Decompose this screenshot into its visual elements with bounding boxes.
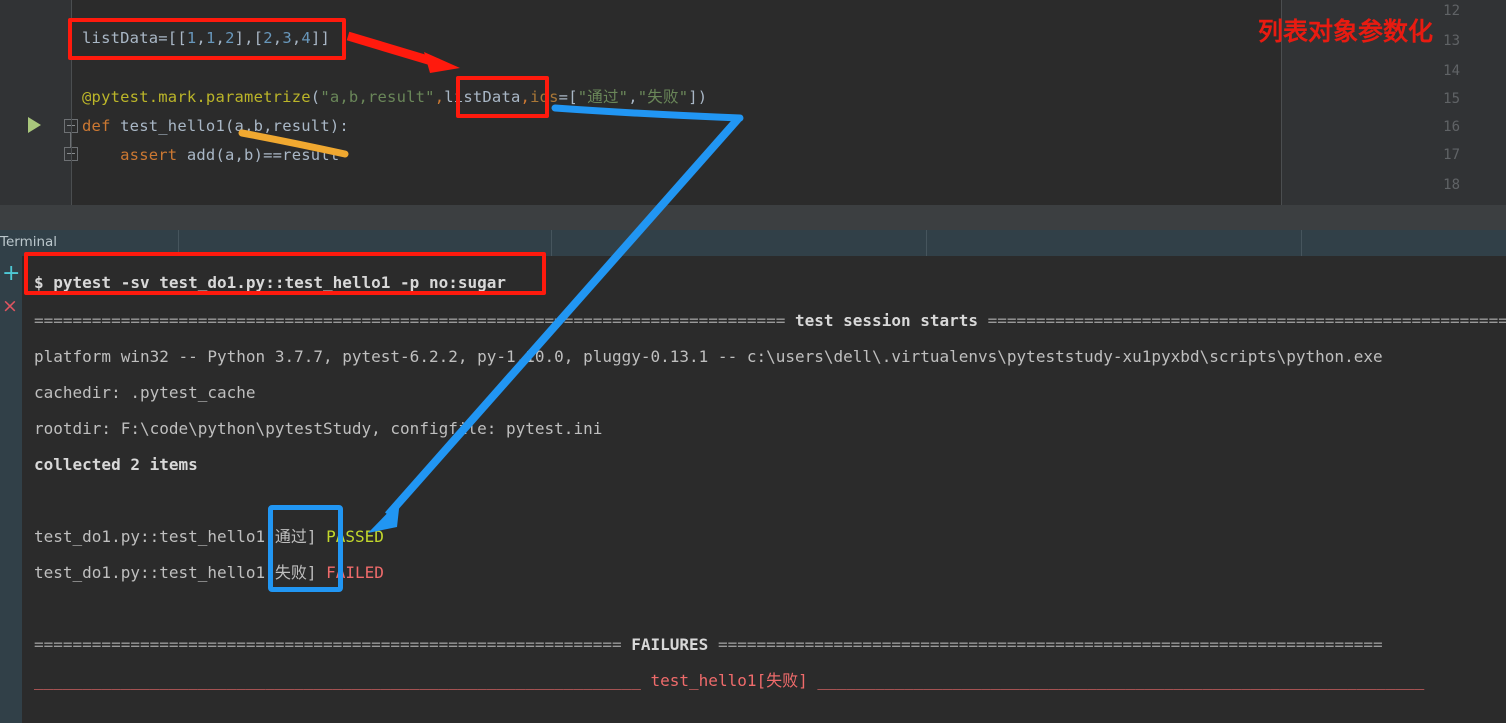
annotation-box-test-ids [268, 505, 343, 592]
tab-divider [1301, 230, 1302, 256]
code-token: (a,b,result): [225, 117, 349, 135]
terminal-output[interactable]: $ pytest -sv test_do1.py::test_hello1 -p… [22, 256, 1506, 723]
code-token: "失败" [637, 88, 689, 106]
terminal-cachedir-line: cachedir: .pytest_cache [34, 383, 256, 402]
code-token: @pytest.mark.parametrize [82, 88, 311, 106]
terminal-failure-heading: ________________________________________… [34, 672, 1424, 690]
separator-title: FAILURES [621, 635, 718, 654]
separator-right: ========================================… [717, 635, 1383, 654]
code-token: ]) [688, 88, 708, 106]
separator-left: ========================================… [34, 311, 786, 330]
line-number: 12 [1443, 3, 1460, 19]
annotation-box-listdata-usage [456, 76, 549, 118]
separator-title: test session starts [785, 311, 988, 330]
terminal-sidebar [0, 256, 22, 723]
terminal-platform-line: platform win32 -- Python 3.7.7, pytest-6… [34, 347, 1383, 366]
annotation-note-text: 列表对象参数化 [1258, 17, 1434, 46]
code-token: =[ [558, 88, 578, 106]
failing-test-name: test_hello1[失败] [640, 671, 818, 690]
line-number: 14 [1443, 63, 1460, 79]
line-number: 18 [1443, 177, 1460, 193]
code-token: assert [82, 146, 187, 164]
terminal-session-separator: ========================================… [34, 312, 1506, 330]
code-token: add(a,b)==result [186, 146, 340, 164]
annotation-box-listdata-definition [68, 18, 346, 60]
separator-left: ========================================… [34, 635, 622, 654]
code-token: "通过" [577, 88, 629, 106]
line-number: 16 [1443, 119, 1460, 135]
terminal-failures-separator: ========================================… [34, 636, 1383, 654]
line-number: 13 [1443, 33, 1460, 49]
rule-right: ________________________________________… [817, 671, 1425, 690]
tool-window-strip [0, 205, 1506, 230]
code-token: ( [310, 88, 321, 106]
terminal-rootdir-line: rootdir: F:\code\python\pytestStudy, con… [34, 419, 603, 438]
rule-left: ________________________________________… [34, 671, 641, 690]
tab-terminal[interactable]: Terminal [0, 234, 57, 250]
tab-divider [926, 230, 927, 256]
separator-right: ========================================… [987, 311, 1506, 330]
code-line-17: assert add(a,b)==result [82, 147, 339, 164]
screen-root: 12 13 14 15 16 17 18 listData=[[1,1,2],[… [0, 0, 1506, 723]
plus-icon[interactable]: + [2, 263, 20, 285]
code-token: "a,b,result" [320, 88, 435, 106]
line-number: 15 [1443, 91, 1460, 107]
code-line-16: def test_hello1(a,b,result): [82, 118, 349, 135]
code-token: test_hello1 [120, 117, 225, 135]
code-line-15: @pytest.mark.parametrize("a,b,result",li… [82, 89, 707, 106]
code-token: def [82, 117, 121, 135]
line-number: 17 [1443, 147, 1460, 163]
terminal-collected-line: collected 2 items [34, 455, 198, 474]
annotation-box-terminal-command [24, 252, 546, 295]
close-icon[interactable]: × [2, 297, 18, 316]
tab-divider [551, 230, 552, 256]
code-token: , [628, 88, 638, 106]
run-gutter-icon[interactable] [28, 117, 41, 133]
code-token: , [434, 88, 445, 106]
editor-gutter[interactable] [0, 0, 72, 205]
